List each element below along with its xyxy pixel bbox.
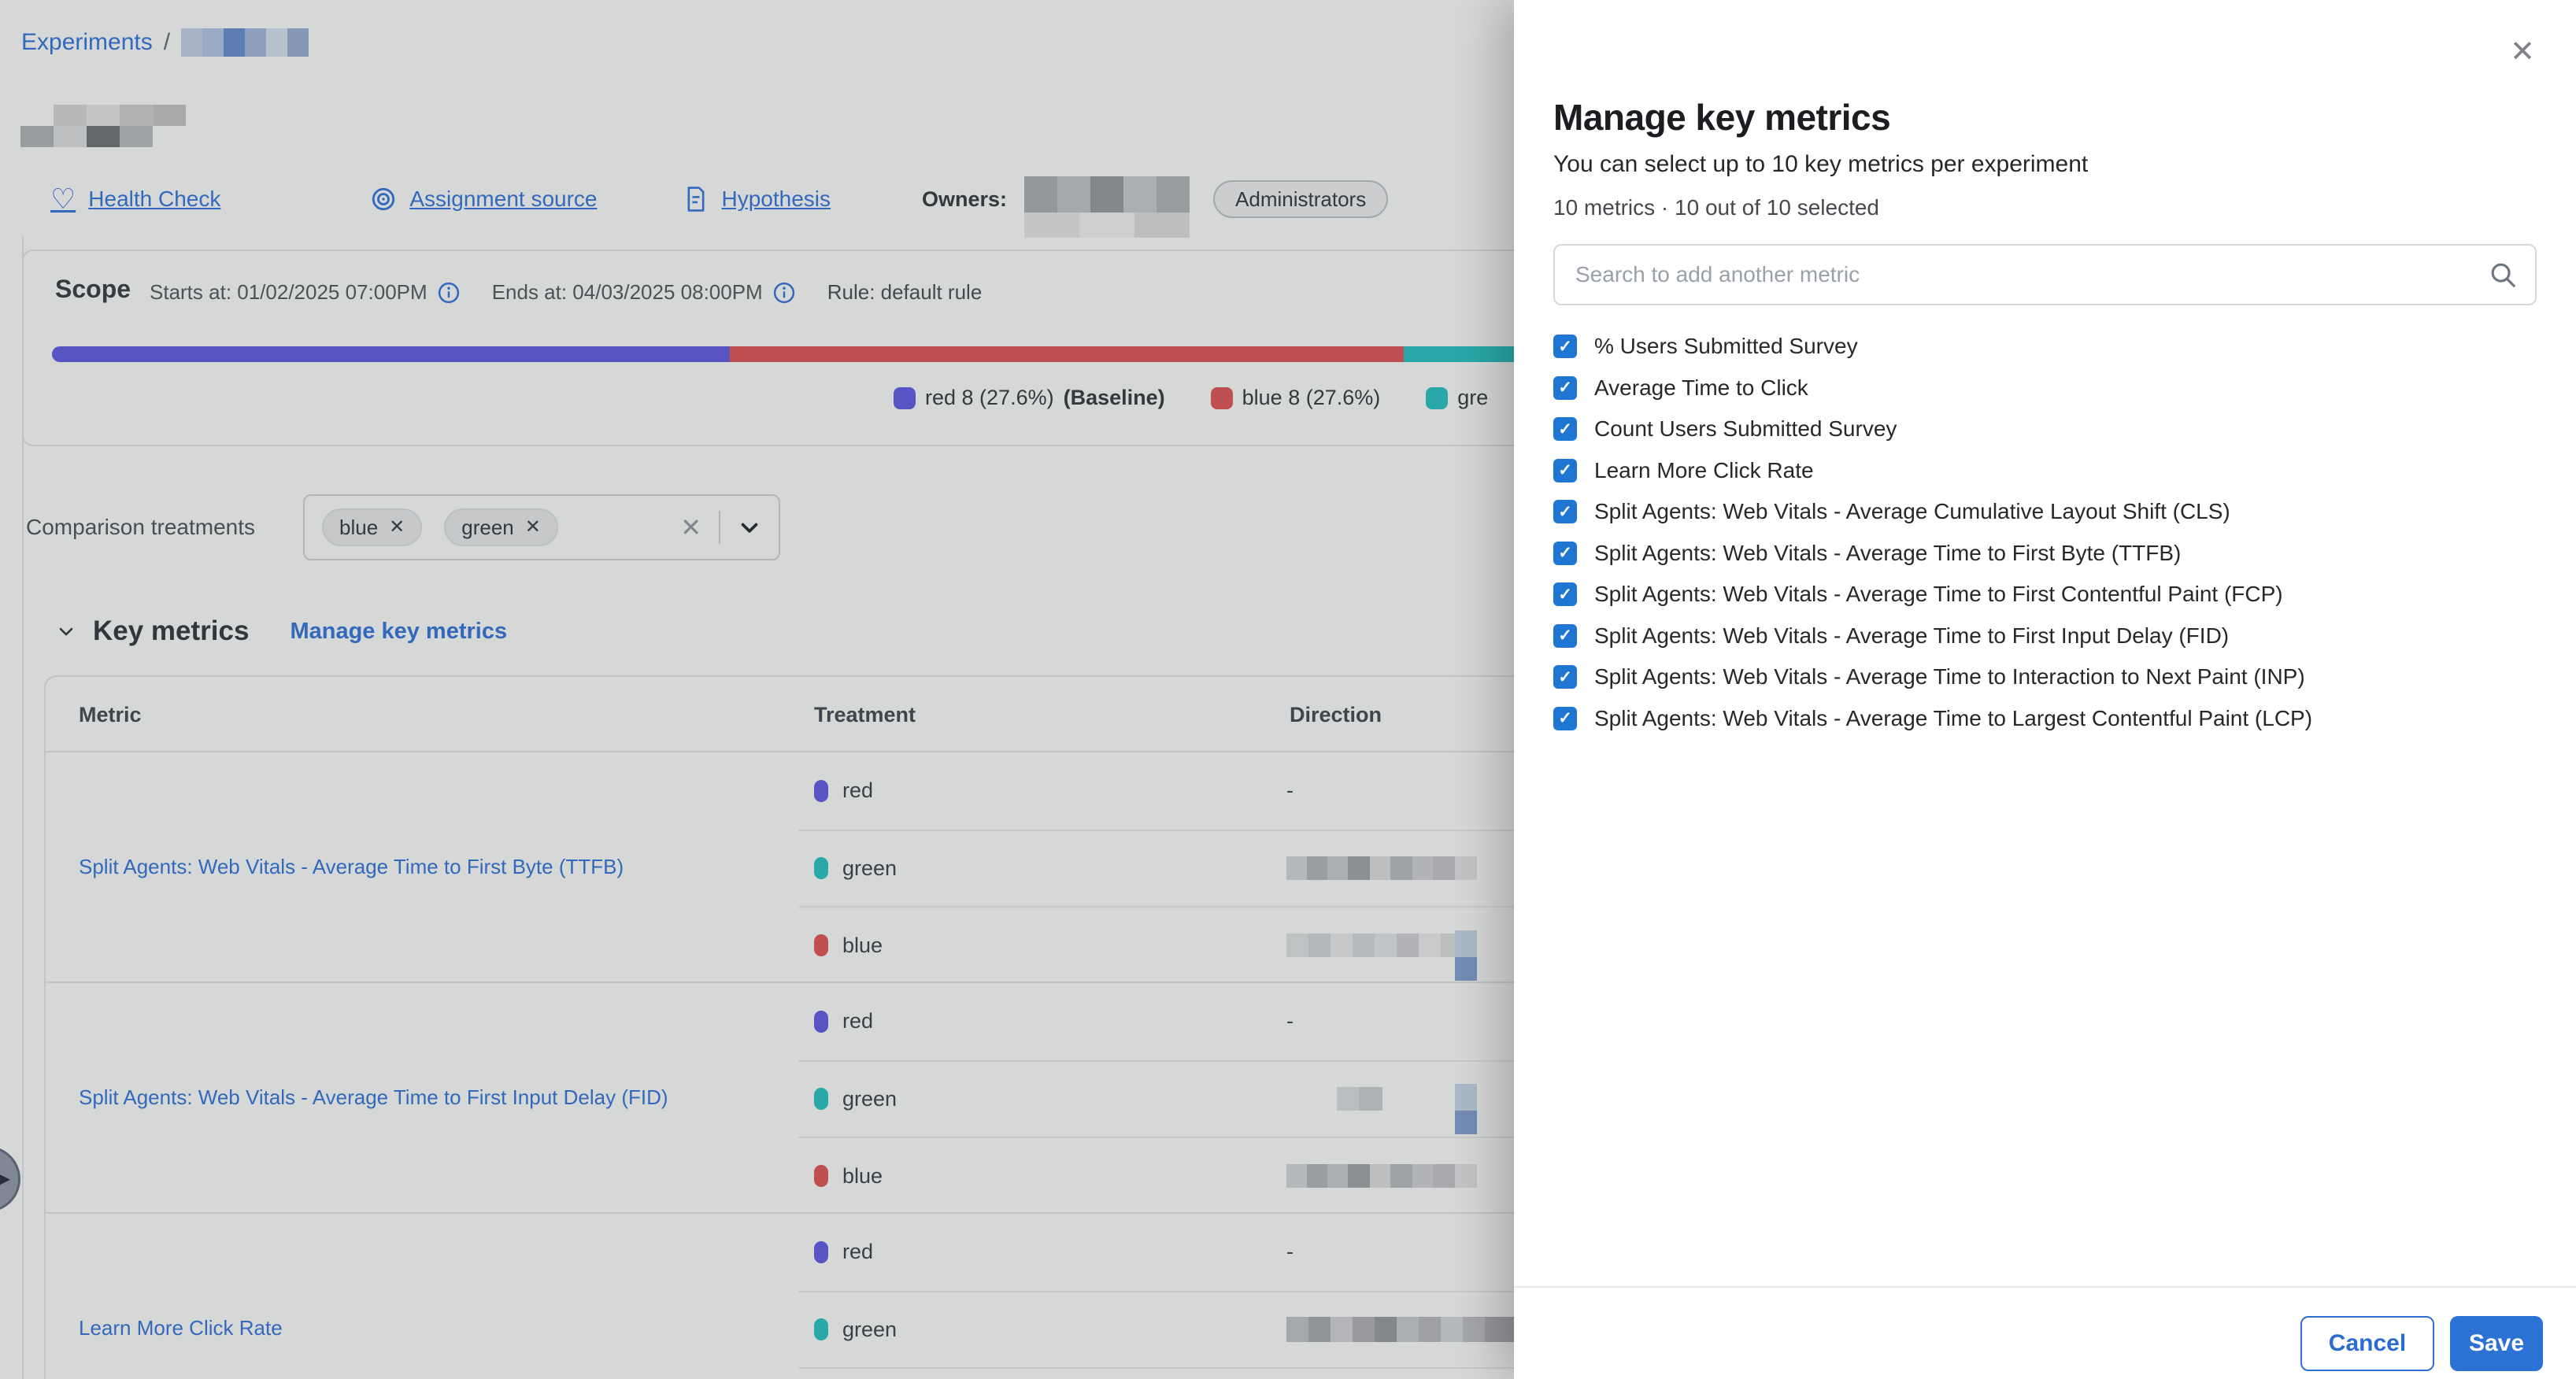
metric-label: Split Agents: Web Vitals - Average Time … — [1594, 706, 2312, 731]
metric-label: % Users Submitted Survey — [1594, 334, 1858, 359]
metric-list-item[interactable]: Split Agents: Web Vitals - Average Time … — [1553, 616, 2537, 657]
metric-checkbox[interactable] — [1553, 707, 1577, 730]
metric-list-item[interactable]: Split Agents: Web Vitals - Average Time … — [1553, 574, 2537, 616]
metric-search-input[interactable] — [1553, 244, 2537, 305]
metric-checkbox[interactable] — [1553, 582, 1577, 606]
manage-key-metrics-panel: ✕ Manage key metrics You can select up t… — [1514, 0, 2576, 1379]
metric-label: Count Users Submitted Survey — [1594, 416, 1897, 442]
metric-label: Split Agents: Web Vitals - Average Time … — [1594, 664, 2305, 690]
metric-search — [1553, 244, 2537, 305]
metric-checkbox[interactable] — [1553, 665, 1577, 689]
metric-list-item[interactable]: Split Agents: Web Vitals - Average Time … — [1553, 533, 2537, 575]
metric-list-item[interactable]: Split Agents: Web Vitals - Average Cumul… — [1553, 491, 2537, 533]
metric-label: Split Agents: Web Vitals - Average Time … — [1594, 582, 2283, 607]
modal-scrim[interactable] — [0, 0, 1514, 1379]
metrics-count-text: 10 metrics · 10 out of 10 selected — [1553, 195, 2537, 220]
app-root: Experiments / ♡ Health Check Assignment … — [0, 0, 2576, 1379]
metric-checkbox[interactable] — [1553, 417, 1577, 441]
metric-label: Split Agents: Web Vitals - Average Time … — [1594, 623, 2229, 649]
panel-subtitle: You can select up to 10 key metrics per … — [1553, 151, 2537, 178]
close-panel-button[interactable]: ✕ — [2500, 30, 2545, 74]
metric-list-item[interactable]: Average Time to Click — [1553, 368, 2537, 409]
metric-checkbox[interactable] — [1553, 376, 1577, 400]
metric-checkbox[interactable] — [1553, 335, 1577, 358]
metric-list-item[interactable]: Split Agents: Web Vitals - Average Time … — [1553, 656, 2537, 698]
metric-checkbox-list: % Users Submitted Survey Average Time to… — [1553, 326, 2537, 739]
metric-checkbox[interactable] — [1553, 459, 1577, 482]
panel-footer: Cancel Save — [1514, 1286, 2576, 1379]
panel-body: Manage key metrics You can select up to … — [1514, 0, 2576, 739]
metric-label: Split Agents: Web Vitals - Average Time … — [1594, 541, 2181, 566]
metric-label: Learn More Click Rate — [1594, 458, 1814, 483]
panel-title: Manage key metrics — [1553, 0, 2537, 139]
save-button[interactable]: Save — [2450, 1316, 2543, 1371]
metric-list-item[interactable]: % Users Submitted Survey — [1553, 326, 2537, 368]
metric-list-item[interactable]: Learn More Click Rate — [1553, 450, 2537, 492]
metric-checkbox[interactable] — [1553, 500, 1577, 523]
metric-checkbox[interactable] — [1553, 542, 1577, 565]
cancel-button[interactable]: Cancel — [2300, 1316, 2434, 1371]
metric-checkbox[interactable] — [1553, 624, 1577, 648]
metric-label: Split Agents: Web Vitals - Average Cumul… — [1594, 499, 2230, 524]
metric-label: Average Time to Click — [1594, 375, 1808, 401]
metric-list-item[interactable]: Split Agents: Web Vitals - Average Time … — [1553, 698, 2537, 740]
search-icon — [2488, 260, 2518, 290]
metric-list-item[interactable]: Count Users Submitted Survey — [1553, 409, 2537, 450]
